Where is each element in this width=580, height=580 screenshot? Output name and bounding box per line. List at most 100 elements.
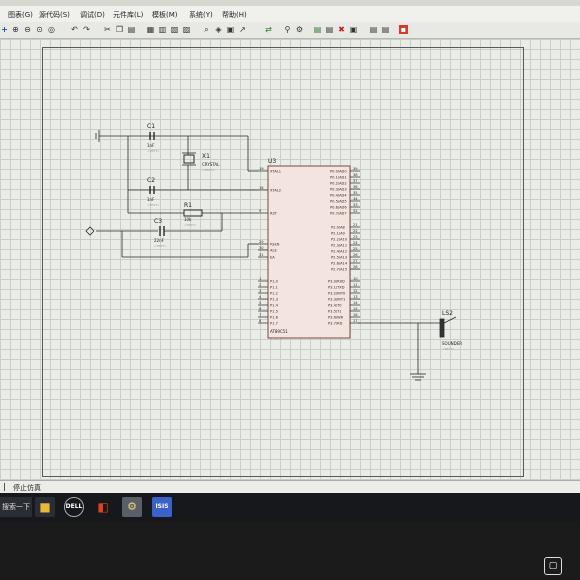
u3-pin-num: 19 [259,167,264,171]
menu-bar: 图表(G) 源代码(S) 调试(D) 元件库(L) 模板(M) 系统(Y) 帮助… [0,6,580,22]
remove-sheet-icon[interactable]: ▤ [325,25,334,34]
c3-ref: C3 [154,218,162,225]
r1-value: 10k [184,217,192,222]
bom-icon[interactable]: ▤ [369,25,378,34]
packaging-icon[interactable]: ▣ [226,25,235,34]
block-delete-icon[interactable]: ▨ [182,25,191,34]
menu-template[interactable]: 模板(M) [152,10,178,20]
r1-ref: R1 [184,202,192,209]
u3-pin-name: P2.3/A11 [331,244,347,248]
u3-pin-name: P2.6/A14 [331,262,348,266]
u3-pin-name: P0.1/AD1 [330,176,347,180]
u3-pin-num: 12 [353,289,358,293]
u3-pin-num: 22 [353,229,358,233]
c1-text: <TEXT> [147,149,160,153]
plus-icon[interactable]: + [0,25,9,34]
isis-icon[interactable]: ISIS [152,497,172,517]
menu-help[interactable]: 帮助(H) [222,10,247,20]
menu-library[interactable]: 元件库(L) [113,10,143,20]
screen: 图表(G) 源代码(S) 调试(D) 元件库(L) 模板(M) 系统(Y) 帮助… [0,0,580,522]
u3-pin-num: 35 [353,191,358,195]
c2-value: 1nF [147,197,155,202]
u3-pin-num: 39 [353,167,358,171]
delete-sheet-icon[interactable]: ✖ [337,25,346,34]
make-device-icon[interactable]: ◈ [214,25,223,34]
u3-pin-name: P1.3 [270,298,278,302]
u3-pin-num: 9 [259,209,262,213]
u3-pin-name: P2.4/A12 [331,250,347,254]
x1-text: <TEXT> [202,168,215,172]
redo-icon[interactable]: ↷ [82,25,91,34]
r1-text: <TEXT> [184,223,197,227]
dell-icon[interactable]: DELL [64,497,84,517]
u3-text: <TEXT> [270,337,283,341]
c2-text: <TEXT> [147,203,160,207]
c3-value: 22nF [154,238,165,243]
paste-icon[interactable]: ▤ [127,25,136,34]
block-copy-icon[interactable]: ▦ [146,25,155,34]
u3-pin-num: 24 [353,241,358,245]
u3-pin-name: P0.5/AD5 [330,200,347,204]
u3-pin-name: P3.6/WR [328,316,344,320]
zoom-in-icon[interactable]: ⊕ [11,25,20,34]
u3-pin-num: 37 [353,179,358,183]
goto-child-icon[interactable]: ▣ [349,25,358,34]
u3-pin-name: P2.7/A15 [331,268,347,272]
u3-pin-name: P2.2/A10 [331,238,348,242]
u3-pin-name: P0.2/AD2 [330,182,347,186]
isis-app-icon[interactable]: ⚙ [122,497,142,517]
search-tag-icon[interactable]: ⚲ [283,25,292,34]
stop-sim-icon[interactable] [4,483,5,491]
undo-icon[interactable]: ↶ [70,25,79,34]
c3-text: <TEXT> [154,244,167,248]
toolbar: + ⊕ ⊖ ⊙ ◎ ↶ ↷ ✂ ❐ ▤ ▦ ▥ ▧ ▨ ⌕ ◈ ▣ ↗ ⇄ ⚲ … [0,22,580,39]
decompose-icon[interactable]: ↗ [238,25,247,34]
u3-pin-num: 30 [259,246,264,250]
cut-icon[interactable]: ✂ [103,25,112,34]
u3-ref: U3 [268,158,276,165]
taskbar-search[interactable]: 搜索一下 [0,497,32,517]
office-icon[interactable]: ◧ [93,497,113,517]
x1-value: CRYSTAL [202,162,220,167]
zoom-all-icon[interactable]: ⊙ [35,25,44,34]
u3-pin-num: 8 [259,319,262,323]
u3-pin-num: 28 [353,265,358,269]
u3-pin-num: 17 [353,319,358,323]
u3-pin-name: P1.7 [270,322,278,326]
ares-icon[interactable]: ▪ [399,25,408,34]
pick-device-icon[interactable]: ⌕ [202,25,211,34]
u3-pin-num: 26 [353,253,358,257]
wire-autorouter-icon[interactable]: ⇄ [264,25,273,34]
u3-pin-num: 34 [353,197,358,201]
screenshot-icon[interactable]: ▢ [544,557,562,575]
copy-icon[interactable]: ❐ [115,25,124,34]
folder-icon[interactable]: ■ [35,497,55,517]
u3-pin-num: 16 [353,313,358,317]
u3-pin-name: P0.7/AD7 [330,212,347,216]
u3-pin-name: P3.5/T1 [328,310,342,314]
u3-pin-name: P1.1 [270,286,278,290]
u3-pin-name: XTAL1 [270,170,281,174]
u3-pin-name: RST [270,212,278,216]
erc-icon[interactable]: ▤ [381,25,390,34]
menu-system[interactable]: 系统(Y) [189,10,213,20]
u3-pin-name: P1.6 [270,316,279,320]
u3-pin-num: 32 [353,209,358,213]
u3-pin-name: P2.5/A13 [331,256,347,260]
zoom-area-icon[interactable]: ◎ [47,25,56,34]
u3-pin-name: ALE [270,249,277,253]
block-move-icon[interactable]: ▥ [158,25,167,34]
c1-value: 1nF [147,143,155,148]
menu-debug[interactable]: 调试(D) [80,10,105,20]
u3-pin-name: P0.6/AD6 [330,206,347,210]
block-rotate-icon[interactable]: ▧ [170,25,179,34]
ls2-ref: LS2 [442,310,453,317]
property-tool-icon[interactable]: ⚙ [295,25,304,34]
menu-graph[interactable]: 图表(G) [8,10,33,20]
new-sheet-icon[interactable]: ▤ [313,25,322,34]
menu-source[interactable]: 源代码(S) [39,10,70,20]
u3-pin-num: 6 [259,307,262,311]
schematic-canvas[interactable]: C1 1nF <TEXT> X1 CRYSTAL <TEXT> C2 1nF <… [0,39,580,480]
u3-pin-num: 38 [353,173,358,177]
zoom-out-icon[interactable]: ⊖ [23,25,32,34]
